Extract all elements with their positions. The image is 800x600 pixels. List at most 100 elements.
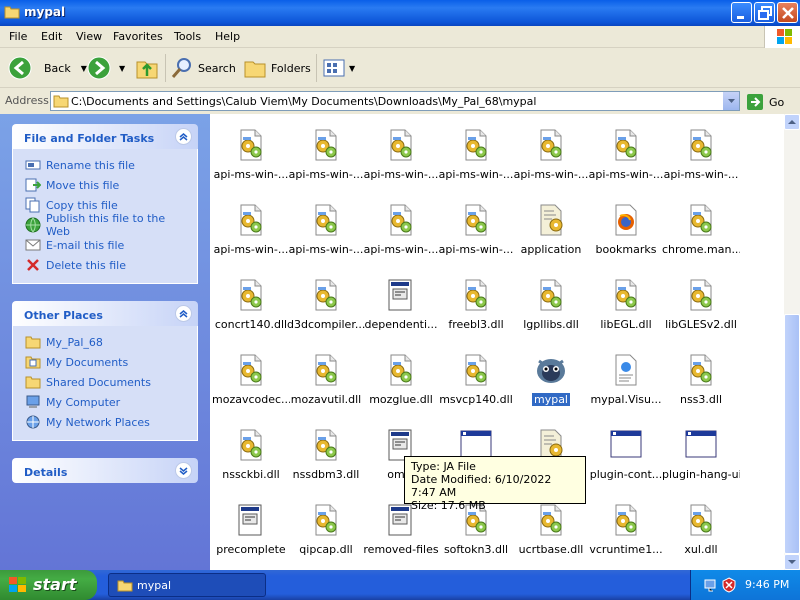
file-item[interactable]: xul.dll xyxy=(662,503,740,570)
move-file-link[interactable]: Move this file xyxy=(25,175,187,195)
close-button[interactable] xyxy=(777,2,798,23)
file-item[interactable]: lgpllibs.dll xyxy=(512,278,590,350)
menu-favorites[interactable]: Favorites xyxy=(113,30,163,43)
dll-gear-icon xyxy=(235,278,267,312)
file-item[interactable]: freebl3.dll xyxy=(437,278,515,350)
file-name-text: api-ms-win-... xyxy=(213,168,289,181)
windows-flag-icon xyxy=(9,577,26,592)
publish-web-link[interactable]: Publish this file to the Web xyxy=(25,212,187,238)
panel-header[interactable]: File and Folder Tasks xyxy=(12,124,198,149)
security-shield-icon[interactable] xyxy=(721,577,737,593)
folders-button[interactable]: Folders xyxy=(243,54,311,82)
file-item[interactable]: vcruntime1... xyxy=(587,503,665,570)
file-name: concrt140.dll xyxy=(212,318,290,331)
folder-icon xyxy=(53,95,69,108)
go-button[interactable]: Go xyxy=(746,92,796,112)
dll-gear-icon xyxy=(685,278,717,312)
place-my-network-places[interactable]: My Network Places xyxy=(25,412,187,432)
file-name: mozavcodec... xyxy=(212,393,290,406)
maximize-button[interactable] xyxy=(754,2,775,23)
file-item[interactable]: api-ms-win-... xyxy=(212,128,290,200)
menu-help[interactable]: Help xyxy=(215,30,240,43)
file-item[interactable]: plugin-hang-ui xyxy=(662,428,740,500)
place-my-pal-68[interactable]: My_Pal_68 xyxy=(25,332,187,352)
file-item[interactable]: plugin-cont... xyxy=(587,428,665,500)
file-item[interactable]: api-ms-win-... xyxy=(212,203,290,275)
menu-file[interactable]: File xyxy=(9,30,27,43)
file-item[interactable]: mozavcodec... xyxy=(212,353,290,425)
dll-gear-icon xyxy=(610,278,642,312)
up-folder-button[interactable] xyxy=(135,54,159,82)
file-name: api-ms-win-... xyxy=(362,243,440,256)
file-item[interactable]: mypal.Visu... xyxy=(587,353,665,425)
file-name: msvcp140.dll xyxy=(437,393,515,406)
file-item[interactable]: libEGL.dll xyxy=(587,278,665,350)
file-item[interactable]: application xyxy=(512,203,590,275)
minimize-button[interactable] xyxy=(731,2,752,23)
file-name-text: mypal.Visu... xyxy=(590,393,662,406)
file-item[interactable]: removed-files xyxy=(362,503,440,570)
file-item[interactable]: mypal xyxy=(512,353,590,425)
file-item[interactable]: api-ms-win-... xyxy=(287,128,365,200)
taskbar-window-button[interactable]: mypal xyxy=(108,573,266,597)
file-item[interactable]: nss3.dll xyxy=(662,353,740,425)
network-tray-icon[interactable] xyxy=(703,577,719,593)
file-item[interactable]: msvcp140.dll xyxy=(437,353,515,425)
scroll-thumb[interactable] xyxy=(784,314,800,554)
file-item[interactable]: concrt140.dll xyxy=(212,278,290,350)
menu-tools[interactable]: Tools xyxy=(174,30,201,43)
file-item[interactable]: dependenti... xyxy=(362,278,440,350)
file-item[interactable]: api-ms-win-... xyxy=(437,203,515,275)
rename-file-link[interactable]: Rename this file xyxy=(25,155,187,175)
collapse-icon[interactable] xyxy=(175,128,192,145)
address-input[interactable]: C:\Documents and Settings\Calub Viem\My … xyxy=(50,91,740,111)
file-item[interactable]: nssdbm3.dll xyxy=(287,428,365,500)
file-item[interactable]: bookmarks xyxy=(587,203,665,275)
dll-gear-icon xyxy=(685,353,717,387)
dll-gear-icon xyxy=(385,203,417,237)
file-item[interactable]: d3dcompiler... xyxy=(287,278,365,350)
back-button[interactable]: Back ▼ xyxy=(8,54,87,82)
place-my-computer[interactable]: My Computer xyxy=(25,392,187,412)
start-button[interactable]: start xyxy=(0,570,97,600)
forward-button[interactable]: ▼ xyxy=(87,54,125,82)
scroll-down-button[interactable] xyxy=(784,554,800,570)
file-item[interactable]: nssckbi.dll xyxy=(212,428,290,500)
file-item[interactable]: api-ms-win-... xyxy=(437,128,515,200)
expand-icon[interactable] xyxy=(175,462,192,479)
file-item[interactable]: softokn3.dll xyxy=(437,503,515,570)
explorer-window: mypal File Edit View Favorites Tools Hel… xyxy=(0,0,800,570)
scroll-up-button[interactable] xyxy=(784,114,800,130)
title-bar[interactable]: mypal xyxy=(0,0,800,26)
file-item[interactable]: api-ms-win-... xyxy=(512,128,590,200)
views-button[interactable]: ▼ xyxy=(322,54,355,82)
file-item[interactable]: chrome.man... xyxy=(662,203,740,275)
address-dropdown-button[interactable] xyxy=(722,92,739,110)
file-item[interactable]: api-ms-win-... xyxy=(362,203,440,275)
collapse-icon[interactable] xyxy=(175,305,192,322)
place-my-documents[interactable]: My Documents xyxy=(25,352,187,372)
vertical-scrollbar[interactable] xyxy=(784,114,800,570)
file-name-text: api-ms-win-... xyxy=(513,168,589,181)
file-item[interactable]: ucrtbase.dll xyxy=(512,503,590,570)
file-item[interactable]: mozavutil.dll xyxy=(287,353,365,425)
file-item[interactable]: precomplete xyxy=(212,503,290,570)
delete-file-link[interactable]: Delete this file xyxy=(25,255,187,275)
file-name: qipcap.dll xyxy=(287,543,365,556)
menu-edit[interactable]: Edit xyxy=(41,30,62,43)
panel-header[interactable]: Details xyxy=(12,458,198,483)
file-item[interactable]: mozglue.dll xyxy=(362,353,440,425)
panel-header[interactable]: Other Places xyxy=(12,301,198,326)
file-item[interactable]: api-ms-win-... xyxy=(287,203,365,275)
menu-view[interactable]: View xyxy=(76,30,102,43)
address-label: Address xyxy=(5,94,49,107)
place-shared-documents[interactable]: Shared Documents xyxy=(25,372,187,392)
search-button[interactable]: Search xyxy=(170,54,236,82)
file-item[interactable]: libGLESv2.dll xyxy=(662,278,740,350)
file-item[interactable]: api-ms-win-... xyxy=(362,128,440,200)
email-file-link[interactable]: E-mail this file xyxy=(25,235,187,255)
rename-icon xyxy=(25,160,41,170)
file-item[interactable]: qipcap.dll xyxy=(287,503,365,570)
file-item[interactable]: api-ms-win-... xyxy=(587,128,665,200)
file-item[interactable]: api-ms-win-... xyxy=(662,128,740,200)
